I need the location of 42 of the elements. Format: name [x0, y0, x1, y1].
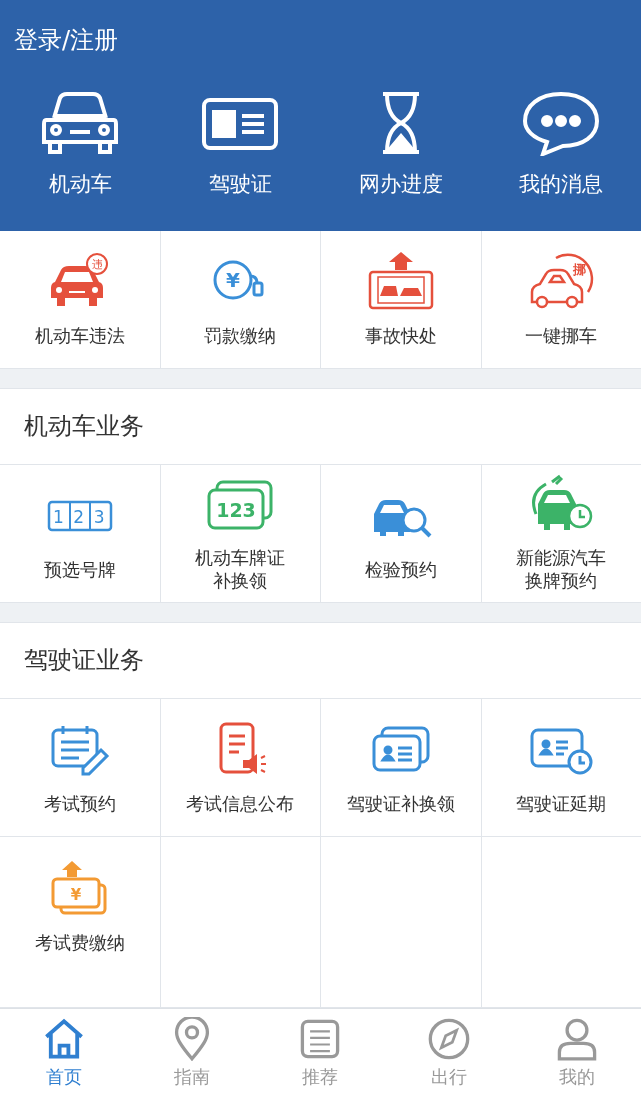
- login-link[interactable]: 登录/注册: [0, 24, 119, 56]
- service-tile[interactable]: 考试预约: [0, 698, 160, 836]
- service-label: 事故快处: [364, 323, 437, 348]
- service-label: 考试信息公布: [186, 791, 295, 816]
- car-icon: [40, 90, 121, 156]
- service-label: 新能源汽车: [516, 546, 607, 570]
- section-title: 机动车业务: [0, 387, 641, 465]
- service-tile[interactable]: 新能源汽车 换牌预约: [481, 464, 641, 602]
- service-label: 一键挪车: [525, 323, 598, 348]
- service-label: 考试费缴纳: [34, 930, 125, 955]
- shortcut-label: 机动车: [48, 171, 112, 198]
- service-label: 考试预约: [43, 791, 116, 816]
- service-tile[interactable]: 驾驶证补换领: [321, 698, 481, 836]
- service-tile[interactable]: 123 机动车牌证 补换领: [160, 464, 320, 602]
- shortcut-button[interactable]: 我的消息: [480, 90, 641, 198]
- section-title: 驾驶证业务: [0, 621, 641, 699]
- service-tile[interactable]: 事故快处: [321, 230, 481, 368]
- service-tile[interactable]: 挪 一键挪车: [481, 230, 641, 368]
- service-label: 罚款缴纳: [204, 323, 277, 348]
- service-tile[interactable]: ¥ 罚款缴纳: [160, 230, 320, 368]
- service-label: 换牌预约: [525, 569, 598, 593]
- chat-bubble-icon: [520, 90, 601, 156]
- shortcut-label: 驾驶证: [208, 171, 272, 198]
- service-tile[interactable]: 检验预约: [321, 464, 481, 602]
- service-label: 机动车违法: [34, 323, 125, 348]
- service-tile[interactable]: 违 机动车违法: [0, 230, 160, 368]
- service-label: 机动车牌证: [195, 546, 286, 570]
- service-label: 驾驶证延期: [516, 791, 607, 816]
- shortcut-label: 我的消息: [518, 171, 603, 198]
- compass-icon: [426, 1017, 471, 1062]
- shortcut-button[interactable]: 机动车: [0, 90, 161, 198]
- service-label: 补换领: [213, 569, 268, 593]
- shortcut-button[interactable]: 驾驶证: [160, 90, 321, 198]
- service-label: 检验预约: [364, 557, 437, 582]
- shortcut-label: 网办进度: [358, 171, 443, 198]
- service-label: 驾驶证补换领: [346, 791, 455, 816]
- shortcut-button[interactable]: 网办进度: [320, 90, 481, 198]
- service-tile[interactable]: 考试信息公布: [160, 698, 320, 836]
- service-label: 预选号牌: [43, 557, 116, 582]
- tab[interactable]: 首页: [0, 1008, 129, 1098]
- service-tile[interactable]: 驾驶证延期: [481, 698, 641, 836]
- service-tile[interactable]: ¥ 考试费缴纳: [0, 836, 160, 1007]
